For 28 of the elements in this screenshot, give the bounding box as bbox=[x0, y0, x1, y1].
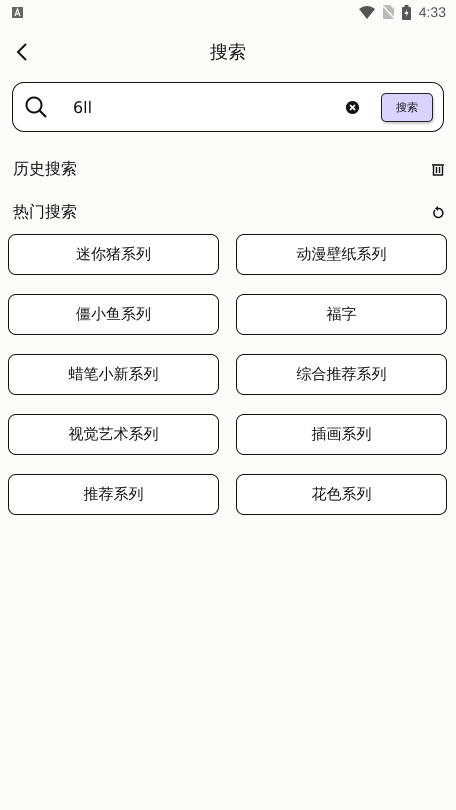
hot-search-tag[interactable]: 综合推荐系列 bbox=[236, 354, 447, 395]
hot-search-tag[interactable]: 蜡笔小新系列 bbox=[8, 354, 219, 395]
trash-icon bbox=[432, 163, 444, 176]
hot-search-tag[interactable]: 花色系列 bbox=[236, 474, 447, 515]
wifi-icon bbox=[358, 6, 375, 18]
hot-search-tag[interactable]: 插画系列 bbox=[236, 414, 447, 455]
delete-button[interactable] bbox=[432, 163, 444, 176]
search-field[interactable]: 6ll 搜索 bbox=[12, 82, 444, 132]
refresh-button[interactable] bbox=[432, 206, 444, 219]
search-icon bbox=[25, 96, 47, 118]
section-title: 热门搜索 bbox=[13, 202, 77, 223]
page-title: 搜索 bbox=[210, 41, 246, 64]
search-button[interactable]: 搜索 bbox=[381, 92, 433, 122]
battery-charging-icon bbox=[402, 4, 411, 20]
section-title: 历史搜索 bbox=[13, 159, 77, 180]
hot-search-tag[interactable]: 僵小鱼系列 bbox=[8, 294, 219, 335]
back-icon bbox=[16, 43, 28, 61]
clear-button[interactable] bbox=[346, 100, 359, 114]
hot-search-tag[interactable]: 视觉艺术系列 bbox=[8, 414, 219, 455]
refresh-icon bbox=[432, 206, 444, 219]
hot-search-tag[interactable]: 推荐系列 bbox=[8, 474, 219, 515]
status-time: 4:33 bbox=[418, 4, 446, 20]
notification-icon bbox=[12, 6, 23, 18]
search-input[interactable]: 6ll bbox=[71, 96, 336, 118]
hot-search-tag[interactable]: 福字 bbox=[236, 294, 447, 335]
hot-search-tag[interactable]: 动漫壁纸系列 bbox=[236, 234, 447, 275]
hot-search-tag[interactable]: 迷你猪系列 bbox=[8, 234, 219, 275]
no-sim-icon bbox=[382, 5, 394, 19]
